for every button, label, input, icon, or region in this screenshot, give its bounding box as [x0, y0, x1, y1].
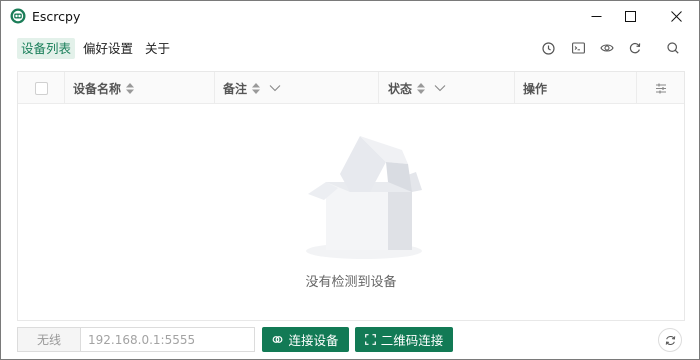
column-settings-cell: [637, 72, 684, 104]
eye-icon: [600, 44, 614, 52]
column-settings-icon[interactable]: [655, 83, 667, 94]
menu-device-list[interactable]: 设备列表: [17, 37, 76, 59]
menu-about[interactable]: 关于: [141, 38, 174, 59]
column-remark-label: 备注: [223, 81, 248, 96]
terminal-button[interactable]: [569, 39, 587, 57]
maximize-button[interactable]: [611, 1, 649, 32]
qr-connect-button[interactable]: 二维码连接: [355, 327, 453, 352]
column-device-name-label: 设备名称: [73, 81, 122, 96]
sort-icon[interactable]: [416, 82, 426, 95]
window-title: Escrcpy: [32, 9, 81, 24]
terminal-icon: [571, 42, 585, 54]
select-all-checkbox[interactable]: [34, 81, 48, 95]
sort-icon[interactable]: [125, 82, 135, 95]
chevron-down-icon[interactable]: [434, 83, 446, 93]
ip-address-input[interactable]: [81, 327, 255, 352]
refresh-devices-button[interactable]: [658, 328, 682, 352]
column-status[interactable]: 状态: [379, 72, 515, 104]
empty-box-icon: [306, 136, 422, 259]
qr-connect-label: 二维码连接: [380, 333, 444, 348]
maximize-icon: [624, 11, 636, 22]
app-logo-icon: [10, 8, 26, 24]
app-window: Escrcpy 设备列表 偏好设置 关于 设备名称 备注 状态 操作 没有检测到…: [0, 0, 700, 360]
connect-device-button[interactable]: 连接设备: [262, 327, 349, 352]
link-icon: [273, 336, 283, 343]
select-all-cell: [18, 72, 65, 104]
bottom-bar: 无线 连接设备 二维码连接: [17, 327, 685, 353]
minimize-button[interactable]: [577, 1, 615, 32]
column-status-label: 状态: [388, 81, 413, 96]
refresh-icon: [629, 42, 641, 54]
refresh-icon: [665, 335, 675, 345]
title-bar[interactable]: Escrcpy: [1, 1, 699, 32]
top-menu: 设备列表 偏好设置 关于: [17, 37, 178, 59]
table-header: 设备名称 备注 状态 操作: [18, 72, 684, 104]
column-actions-label: 操作: [523, 81, 548, 96]
search-button[interactable]: [664, 39, 682, 57]
search-icon: [667, 42, 679, 54]
column-remark[interactable]: 备注: [215, 72, 379, 104]
menu-preferences[interactable]: 偏好设置: [79, 38, 137, 59]
reload-button[interactable]: [626, 39, 644, 57]
connect-device-label: 连接设备: [288, 333, 339, 348]
device-table: 设备名称 备注 状态 操作 没有检测到设备: [17, 71, 685, 321]
chevron-down-icon[interactable]: [269, 83, 281, 93]
sort-icon[interactable]: [251, 82, 261, 95]
close-button[interactable]: [657, 1, 695, 32]
column-actions: 操作: [515, 72, 637, 104]
history-button[interactable]: [539, 39, 557, 57]
connection-mode-label: 无线: [17, 327, 81, 352]
empty-state-text: 没有检测到设备: [305, 275, 397, 290]
clock-icon: [541, 41, 555, 55]
close-icon: [670, 11, 682, 22]
minimize-icon: [591, 16, 601, 17]
column-device-name[interactable]: 设备名称: [65, 72, 215, 104]
preview-button[interactable]: [598, 39, 616, 57]
scan-icon: [364, 334, 376, 345]
